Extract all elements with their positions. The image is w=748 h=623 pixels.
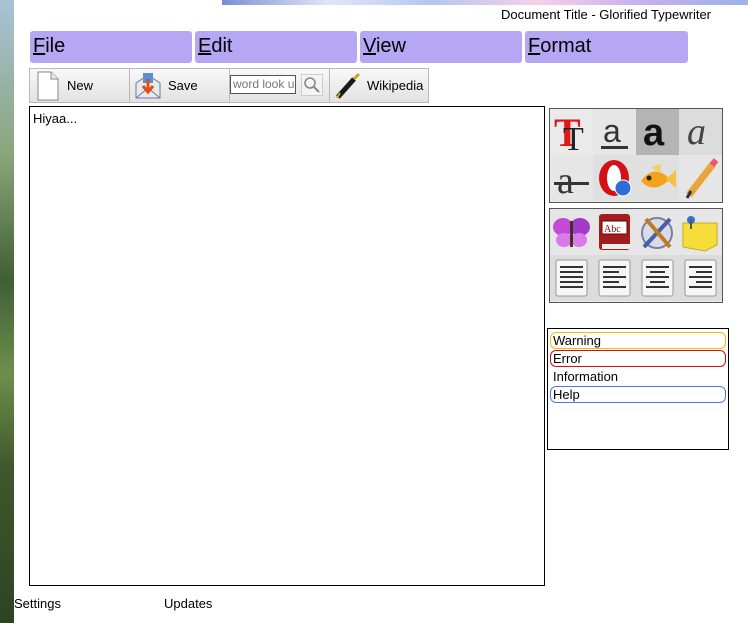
menu-edit[interactable]: Edit bbox=[195, 31, 357, 63]
pencil-icon[interactable] bbox=[679, 155, 722, 201]
menu-file-accel: F bbox=[33, 35, 46, 57]
new-button-label: New bbox=[67, 78, 94, 93]
svg-text:T: T bbox=[563, 121, 584, 155]
text-shadow-icon[interactable]: TT bbox=[550, 109, 593, 158]
svg-text:a: a bbox=[557, 160, 574, 201]
menu-view-label: iew bbox=[375, 35, 406, 57]
svg-text:a: a bbox=[643, 112, 665, 154]
italic-icon[interactable]: a bbox=[679, 109, 722, 155]
menu-view[interactable]: View bbox=[360, 31, 522, 63]
save-icon bbox=[135, 73, 161, 99]
underline-icon[interactable]: a bbox=[593, 109, 636, 155]
word-lookup-input[interactable]: word look u bbox=[230, 75, 296, 94]
information-message[interactable]: Information bbox=[550, 368, 726, 385]
fountain-pen-icon bbox=[336, 72, 361, 99]
menu-file[interactable]: File bbox=[30, 31, 192, 63]
tools-icon[interactable] bbox=[636, 209, 679, 255]
editor-textarea[interactable]: Hiyaa... bbox=[29, 106, 545, 586]
svg-text:a: a bbox=[603, 113, 621, 149]
desktop-background-left bbox=[0, 0, 14, 623]
menu-view-accel: V bbox=[363, 35, 376, 57]
strikethrough-icon[interactable]: a bbox=[550, 155, 593, 202]
save-button-label: Save bbox=[168, 78, 198, 93]
error-message[interactable]: Error bbox=[550, 350, 726, 367]
tools-palette: Abc bbox=[549, 208, 723, 303]
bold-icon[interactable]: a bbox=[636, 109, 679, 155]
fish-icon[interactable] bbox=[636, 155, 679, 201]
align-center-icon[interactable] bbox=[636, 255, 679, 301]
svg-text:Abc: Abc bbox=[604, 224, 621, 235]
window-title: Document Title - Glorified Typewriter bbox=[501, 7, 711, 22]
help-message[interactable]: Help bbox=[550, 386, 726, 403]
toolbar: New Save word look u Wikipedia bbox=[29, 68, 429, 103]
menu-format-label: ormat bbox=[540, 35, 592, 57]
format-palette: TT a a a a bbox=[549, 108, 723, 203]
dictionary-icon[interactable]: Abc bbox=[593, 209, 636, 255]
align-left-icon[interactable] bbox=[593, 255, 636, 301]
sticky-note-icon[interactable] bbox=[679, 209, 722, 255]
svg-text:a: a bbox=[687, 111, 706, 153]
butterfly-icon[interactable] bbox=[550, 209, 593, 255]
save-button[interactable]: Save bbox=[130, 69, 230, 102]
new-document-icon bbox=[37, 71, 59, 101]
menu-edit-accel: E bbox=[198, 35, 212, 57]
align-right-icon[interactable] bbox=[679, 255, 722, 301]
menu-format[interactable]: Format bbox=[525, 31, 688, 63]
menu-format-accel: F bbox=[528, 35, 541, 57]
search-icon[interactable] bbox=[301, 74, 323, 96]
updates-link[interactable]: Updates bbox=[164, 596, 212, 611]
opera-icon[interactable] bbox=[593, 155, 636, 201]
warning-message[interactable]: Warning bbox=[550, 332, 726, 349]
settings-link[interactable]: Settings bbox=[14, 596, 61, 611]
new-button[interactable]: New bbox=[30, 69, 130, 102]
wikipedia-button[interactable]: Wikipedia bbox=[329, 69, 429, 102]
messages-panel: Warning Error Information Help bbox=[547, 328, 729, 450]
menu-edit-label: dit bbox=[211, 35, 233, 57]
align-justify-icon[interactable] bbox=[550, 255, 593, 301]
menu-file-label: ile bbox=[45, 35, 66, 57]
wikipedia-button-label: Wikipedia bbox=[367, 78, 424, 93]
